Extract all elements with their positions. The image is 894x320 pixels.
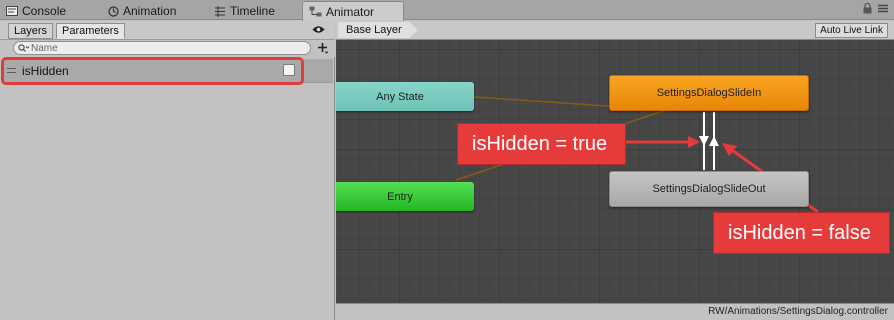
highlight-box xyxy=(1,57,304,85)
graph-toolbar: Base Layer Auto Live Link xyxy=(336,21,894,40)
window-tools xyxy=(863,3,888,14)
parameters-panel: Layers Parameters isHidden xyxy=(0,21,335,320)
state-machine-graph[interactable]: Any State Entry SettingsDialogSlideIn Se… xyxy=(336,40,894,303)
plus-icon xyxy=(317,42,328,54)
parameter-search-input[interactable] xyxy=(31,42,281,54)
eye-icon[interactable] xyxy=(312,25,325,34)
arrow-up-icon xyxy=(709,136,719,146)
state-settings-dialog-slide-in[interactable]: SettingsDialogSlideIn xyxy=(609,75,809,111)
search-icon xyxy=(18,43,29,52)
arrow-down-icon xyxy=(699,136,709,146)
tab-animation-label: Animation xyxy=(123,4,177,18)
animation-icon xyxy=(108,5,119,17)
timeline-icon xyxy=(215,5,225,17)
auto-live-link-button[interactable]: Auto Live Link xyxy=(815,23,888,38)
animator-icon xyxy=(309,6,322,17)
console-icon xyxy=(6,6,18,16)
tab-animator[interactable]: Animator xyxy=(302,1,404,21)
callout-false-arrowhead xyxy=(722,143,737,156)
annotation-is-hidden-false: isHidden = false xyxy=(713,212,890,254)
controller-path: RW/Animations/SettingsDialog.controller xyxy=(708,306,888,317)
state-any-state[interactable]: Any State xyxy=(336,82,474,111)
parameter-search-field[interactable] xyxy=(13,41,311,55)
state-entry[interactable]: Entry xyxy=(336,182,474,211)
editor-tab-bar: Console Animation Timeline Animator xyxy=(0,0,894,21)
tab-console[interactable]: Console xyxy=(0,2,72,20)
tab-timeline[interactable]: Timeline xyxy=(208,2,281,20)
tab-console-label: Console xyxy=(22,4,67,18)
window-menu-icon[interactable] xyxy=(878,4,888,13)
tab-layers[interactable]: Layers xyxy=(8,23,54,39)
lock-icon[interactable] xyxy=(863,3,872,14)
panel-subtabs: Layers Parameters xyxy=(0,21,335,40)
tab-timeline-label: Timeline xyxy=(230,4,275,18)
state-settings-dialog-slide-out[interactable]: SettingsDialogSlideOut xyxy=(609,171,809,207)
breadcrumb-base-layer[interactable]: Base Layer xyxy=(338,22,418,38)
parameter-search-row xyxy=(0,40,335,57)
tab-animation[interactable]: Animation xyxy=(102,2,182,20)
tab-parameters[interactable]: Parameters xyxy=(56,23,125,39)
callout-true-arrowhead xyxy=(688,136,700,148)
graph-status-bar: RW/Animations/SettingsDialog.controller xyxy=(336,303,894,320)
add-parameter-button[interactable] xyxy=(316,41,330,55)
tab-animator-label: Animator xyxy=(326,4,375,19)
annotation-is-hidden-true: isHidden = true xyxy=(457,123,626,165)
